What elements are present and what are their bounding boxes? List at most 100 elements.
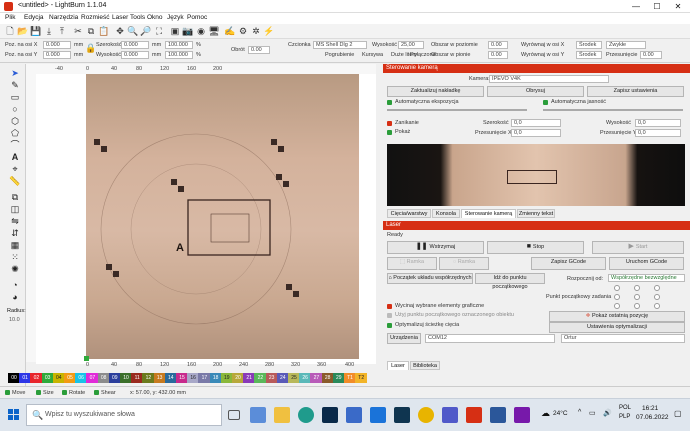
save-settings-button[interactable]: Zapisz ustawienia	[587, 86, 684, 97]
volume-icon[interactable]: 🔊	[603, 409, 612, 417]
show-check-icon[interactable]	[387, 130, 392, 135]
palette-swatch-22[interactable]: 22	[254, 373, 267, 383]
windows-start-icon[interactable]	[8, 409, 20, 421]
save-icon[interactable]: 💾	[30, 25, 42, 37]
start-from-select[interactable]: Współrzędne bezwzględne	[608, 274, 685, 282]
palette-swatch-25[interactable]: 25	[288, 373, 300, 383]
palette-swatch-00[interactable]: 00	[8, 373, 20, 383]
monitor-icon[interactable]: 🖥	[208, 25, 220, 37]
port-select[interactable]: COM12	[425, 334, 555, 343]
menu-help[interactable]: Pomoc	[187, 14, 207, 21]
zoom-in-icon[interactable]: 🔍	[127, 25, 139, 37]
job-origin-radio[interactable]	[634, 303, 640, 309]
width-input[interactable]: 0.000	[121, 41, 149, 49]
exposure-slider[interactable]	[387, 109, 527, 111]
ellipse-icon[interactable]: ○	[9, 103, 21, 115]
photoshop-2-icon[interactable]	[394, 407, 410, 423]
palette-swatch-04[interactable]: 04	[52, 373, 65, 383]
tab-laser[interactable]: Laser	[387, 361, 409, 370]
palette-swatch-09[interactable]: 09	[108, 373, 121, 383]
rotate-toggle[interactable]: Rotate	[69, 390, 85, 396]
job-origin-radio[interactable]	[614, 285, 620, 291]
brightness-slider[interactable]	[543, 109, 683, 111]
circular-array-icon[interactable]: ✺	[9, 263, 21, 275]
job-origin-radio[interactable]	[614, 294, 620, 300]
pos-y-input[interactable]: 0.000	[43, 51, 71, 59]
pause-button[interactable]: ❚❚ Wstrzymaj	[387, 241, 484, 254]
task-view-icon[interactable]	[228, 410, 240, 420]
tab-variable-text[interactable]: Zmienny tekst	[517, 209, 555, 218]
language-indicator-1[interactable]: POL	[619, 405, 631, 411]
run-gcode-button[interactable]: Uruchom GCode	[609, 257, 684, 270]
palette-swatch-08[interactable]: 08	[97, 373, 110, 383]
job-origin-radio[interactable]	[634, 294, 640, 300]
file-explorer-icon[interactable]	[274, 407, 290, 423]
size-toggle[interactable]: Size	[43, 390, 54, 396]
polygon-icon[interactable]: ⬡	[9, 115, 21, 127]
rectangle-icon[interactable]: ▭	[9, 91, 21, 103]
lightburn-taskbar-icon[interactable]	[466, 407, 482, 423]
job-origin-grid[interactable]	[612, 285, 666, 311]
frame-round-button[interactable]: ◌ Ramka	[439, 257, 489, 270]
text-icon[interactable]: A	[9, 151, 21, 163]
menu-laser-tools[interactable]: Laser Tools	[112, 14, 145, 21]
show-last-position-button[interactable]: ✛ Pokaż ostatnią pozycję	[549, 311, 685, 322]
shear-check-icon[interactable]	[94, 390, 99, 395]
pan-icon[interactable]: ✥	[114, 25, 126, 37]
array-icon[interactable]: ▦	[9, 239, 21, 251]
scale-width-input[interactable]: 100.000	[165, 41, 193, 49]
weather-app-icon[interactable]	[250, 407, 266, 423]
palette-swatch-29[interactable]: 29	[332, 373, 345, 383]
cut-selected-check-icon[interactable]	[387, 304, 392, 309]
word-icon[interactable]	[490, 407, 506, 423]
palette-swatch-27[interactable]: 27	[310, 373, 323, 383]
job-origin-radio[interactable]	[634, 285, 640, 291]
palette-swatch-19[interactable]: 19	[220, 373, 233, 383]
origin-button[interactable]: ⌂ Początek układu współrzędnych	[387, 273, 473, 284]
update-overlay-button[interactable]: Zaktualizuj nakładkę	[387, 86, 484, 97]
scale-height-input[interactable]: 100.000	[165, 51, 193, 59]
menu-arrange[interactable]: Rozmieść	[81, 14, 110, 21]
offset-input[interactable]: 0.00	[640, 51, 662, 59]
palette-swatch-21[interactable]: 21	[243, 373, 256, 383]
network-icon[interactable]: ▭	[589, 409, 596, 417]
line-icon[interactable]: ⌒	[9, 139, 21, 151]
stop-button[interactable]: ■ Stop	[487, 241, 584, 254]
save-gcode-button[interactable]: Zapisz GCode	[531, 257, 606, 270]
flip-v-icon[interactable]: ⇵	[9, 227, 21, 239]
weld-icon[interactable]: ◔	[9, 279, 21, 291]
shift-x-input[interactable]: 0,0	[511, 129, 561, 137]
use-origin-check-icon[interactable]	[387, 313, 392, 318]
go-to-origin-button[interactable]: Idź do punktu początkowego	[475, 273, 545, 290]
palette-swatch-02[interactable]: 02	[30, 373, 43, 383]
tab-cuts-layers[interactable]: Cięcia/warstwy	[387, 209, 431, 218]
palette-swatch-13[interactable]: 13	[153, 373, 166, 383]
start-button[interactable]: ▶ Start	[592, 241, 684, 254]
palette-swatch-24[interactable]: 24	[276, 373, 289, 383]
palette-swatch-23[interactable]: 23	[265, 373, 278, 383]
pentagon-icon[interactable]: ⬠	[9, 127, 21, 139]
move-check-icon[interactable]	[5, 390, 10, 395]
select-arrow-icon[interactable]: ➤	[9, 67, 21, 79]
palette-swatch-15[interactable]: 15	[176, 373, 188, 383]
menu-language[interactable]: Język	[167, 14, 184, 21]
maximize-button[interactable]: ☐	[647, 1, 667, 12]
welded-checkbox[interactable]: Połączone	[410, 52, 436, 58]
open-folder-icon[interactable]: 📂	[17, 25, 29, 37]
font-select[interactable]: MS Shell Dlg 2	[313, 41, 367, 49]
palette-swatch-07[interactable]: 07	[86, 373, 99, 383]
palette-swatch-14[interactable]: 14	[164, 373, 177, 383]
cut-icon[interactable]: ✂	[72, 25, 84, 37]
move-toggle[interactable]: Move	[12, 390, 25, 396]
taskbar-search-box[interactable]: 🔍 Wpisz tu wyszukiwane słowa	[26, 404, 222, 426]
tab-library[interactable]: Biblioteka	[410, 361, 440, 370]
camera-select[interactable]: IPEVO V4K	[489, 75, 609, 83]
edit-nodes-icon[interactable]: ✎	[9, 79, 21, 91]
notifications-icon[interactable]: ▢	[674, 409, 682, 418]
palette-swatch-28[interactable]: 28	[321, 373, 334, 383]
onenote-icon[interactable]	[514, 407, 530, 423]
fade-check-icon[interactable]	[387, 121, 392, 126]
job-origin-radio[interactable]	[654, 294, 660, 300]
job-origin-radio[interactable]	[614, 303, 620, 309]
grid-array-icon[interactable]: ⁙	[9, 251, 21, 263]
